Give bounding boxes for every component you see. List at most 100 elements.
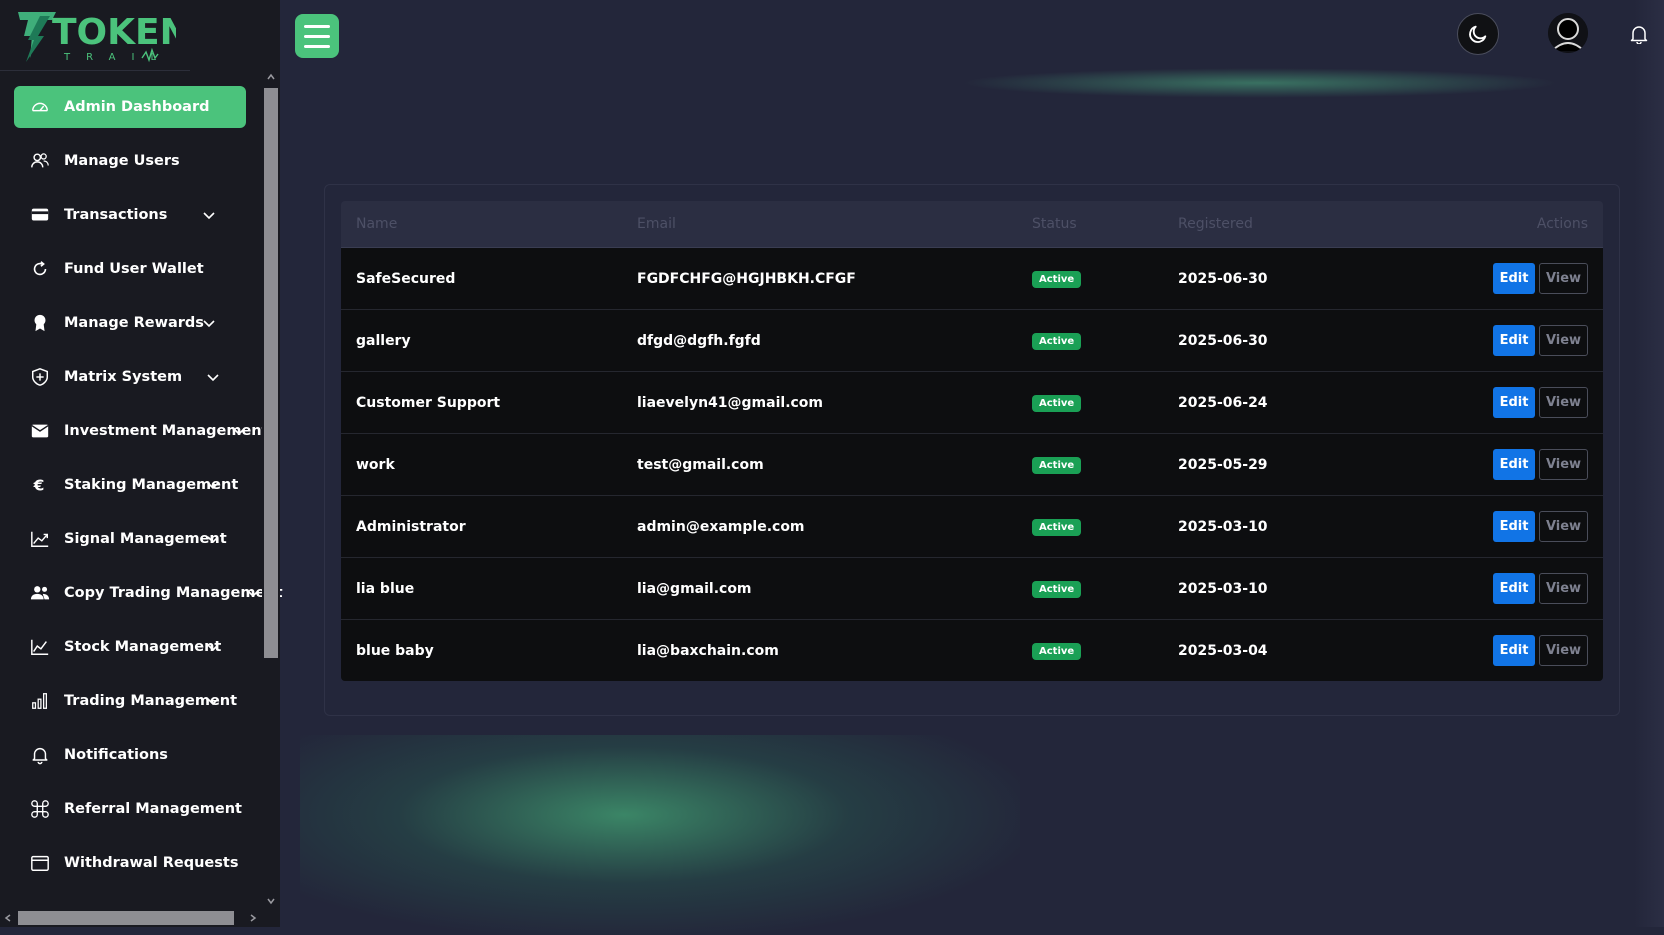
column-header-actions: Actions [1536, 216, 1588, 232]
registered-date: 2025-06-30 [1178, 332, 1268, 349]
view-button[interactable]: View [1539, 635, 1588, 666]
view-button[interactable]: View [1539, 325, 1588, 356]
status-badge: Active [1032, 270, 1082, 288]
sidebar-item-label: Stock Management [64, 639, 222, 655]
user-group-icon [30, 583, 50, 603]
sidebar-item-referral-management[interactable]: Referral Management [14, 788, 260, 830]
column-header-email: Email [637, 216, 676, 232]
sidebar-item-investment-management[interactable]: Investment Management [14, 410, 269, 452]
status-badge-cell: Active [1032, 456, 1082, 474]
view-button[interactable]: View [1539, 449, 1588, 480]
users-icon [30, 151, 50, 171]
chevron-down-icon[interactable] [246, 586, 260, 600]
user-avatar-button[interactable] [1548, 13, 1588, 53]
sidebar-item-stock-management[interactable]: Stock Management [14, 626, 260, 668]
sidebar-item-matrix-system[interactable]: Matrix System [14, 356, 260, 398]
status-badge-cell: Active [1032, 270, 1082, 288]
sidebar-menu: Admin Dashboard Manage Users Transactions F… [14, 86, 283, 896]
table-row: work test@gmail.com Active 2025-05-29 Edit Vi… [341, 434, 1603, 496]
chevron-down-icon[interactable] [202, 208, 216, 222]
sidebar-item-staking-management[interactable]: € Staking Management [14, 464, 260, 506]
shield-icon [30, 367, 50, 387]
sidebar-item-manage-users[interactable]: Manage Users [14, 140, 260, 182]
theme-toggle-button[interactable] [1457, 13, 1499, 55]
registered-date: 2025-06-24 [1178, 394, 1268, 411]
edit-button[interactable]: Edit [1493, 449, 1535, 480]
sidebar-scroll-thumb[interactable] [264, 88, 278, 658]
sidebar-item-withdrawal-requests[interactable]: Withdrawal Requests [14, 842, 260, 884]
status-badge: Active [1032, 580, 1082, 598]
table-row: Administrator admin@example.com Active 2025… [341, 496, 1603, 558]
user-email: admin@example.com [637, 518, 805, 535]
edit-button[interactable]: Edit [1493, 263, 1535, 294]
sidebar-item-label: Admin Dashboard [64, 99, 210, 115]
sidebar-item-transactions[interactable]: Transactions [14, 194, 260, 236]
user-name: work [356, 456, 395, 473]
view-button[interactable]: View [1539, 387, 1588, 418]
notification-bell-icon[interactable] [1630, 24, 1648, 44]
edit-button[interactable]: Edit [1493, 387, 1535, 418]
scroll-right-icon[interactable] [248, 913, 258, 923]
chevron-down-icon[interactable] [202, 316, 216, 330]
sidebar-item-trading-management[interactable]: Trading Management [14, 680, 260, 722]
row-actions: Edit View [1493, 263, 1588, 294]
view-button[interactable]: View [1539, 263, 1588, 294]
chevron-down-icon[interactable] [206, 478, 220, 492]
user-email: FGDFCHFG@HGJHBKH.CFGF [637, 270, 856, 287]
view-button[interactable]: View [1539, 573, 1588, 604]
chevron-down-icon[interactable] [206, 694, 220, 708]
brand-logo[interactable]: TOKEN TRAIL [16, 6, 190, 66]
users-card: Name Email Status Registered Actions Saf… [324, 184, 1620, 716]
scroll-left-icon[interactable] [3, 913, 13, 923]
header-glow [960, 68, 1560, 98]
sidebar-vertical-scrollbar[interactable] [262, 70, 280, 910]
chevron-down-icon[interactable] [206, 640, 220, 654]
chevron-down-icon[interactable] [206, 370, 220, 384]
edit-button[interactable]: Edit [1493, 325, 1535, 356]
sidebar-item-manage-rewards[interactable]: Manage Rewards [14, 302, 260, 344]
row-actions: Edit View [1493, 449, 1588, 480]
sidebar-item-copy-trading-management[interactable]: Copy Trading Management [14, 572, 283, 614]
sidebar-item-label: Matrix System [64, 369, 183, 385]
sidebar-horizontal-scrollbar[interactable] [0, 908, 262, 927]
status-badge-cell: Active [1032, 642, 1082, 660]
user-email: lia@baxchain.com [637, 642, 779, 659]
user-name: lia blue [356, 580, 415, 597]
moon-icon [1469, 25, 1487, 43]
background-glow [300, 735, 1020, 935]
view-button[interactable]: View [1539, 511, 1588, 542]
right-edge-shade [1634, 0, 1664, 927]
sidebar-item-signal-management[interactable]: Signal Management [14, 518, 260, 560]
hamburger-line [304, 34, 330, 38]
sidebar: TOKEN TRAIL Admin Dashboard Manage Users T… [0, 0, 283, 927]
envelope-icon [30, 421, 50, 441]
award-icon [30, 313, 50, 333]
registered-date: 2025-03-10 [1178, 518, 1268, 535]
status-badge-cell: Active [1032, 518, 1082, 536]
bell-icon [30, 745, 50, 765]
registered-date: 2025-03-04 [1178, 642, 1268, 659]
edit-button[interactable]: Edit [1493, 511, 1535, 542]
scroll-up-icon[interactable] [266, 72, 276, 82]
scroll-down-icon[interactable] [266, 896, 276, 906]
status-badge: Active [1032, 332, 1082, 350]
sidebar-item-admin-dashboard[interactable]: Admin Dashboard [14, 86, 246, 128]
hamburger-button[interactable] [295, 14, 339, 58]
user-email: test@gmail.com [637, 456, 764, 473]
refresh-icon [30, 259, 50, 279]
sidebar-item-label: Withdrawal Requests [64, 855, 239, 871]
sidebar-hscroll-thumb[interactable] [18, 911, 234, 925]
sidebar-item-notifications[interactable]: Notifications [14, 734, 260, 776]
sidebar-item-label: Referral Management [64, 801, 242, 817]
status-badge-cell: Active [1032, 332, 1082, 350]
sidebar-item-fund-user-wallet[interactable]: Fund User Wallet [14, 248, 260, 290]
user-email: lia@gmail.com [637, 580, 752, 597]
edit-button[interactable]: Edit [1493, 573, 1535, 604]
hamburger-icon [304, 24, 330, 28]
column-header-registered: Registered [1178, 216, 1253, 232]
chevron-down-icon[interactable] [206, 532, 220, 546]
edit-button[interactable]: Edit [1493, 635, 1535, 666]
chevron-down-icon[interactable] [232, 424, 246, 438]
status-badge-cell: Active [1032, 394, 1082, 412]
table-row: Customer Support liaevelyn41@gmail.com Act… [341, 372, 1603, 434]
